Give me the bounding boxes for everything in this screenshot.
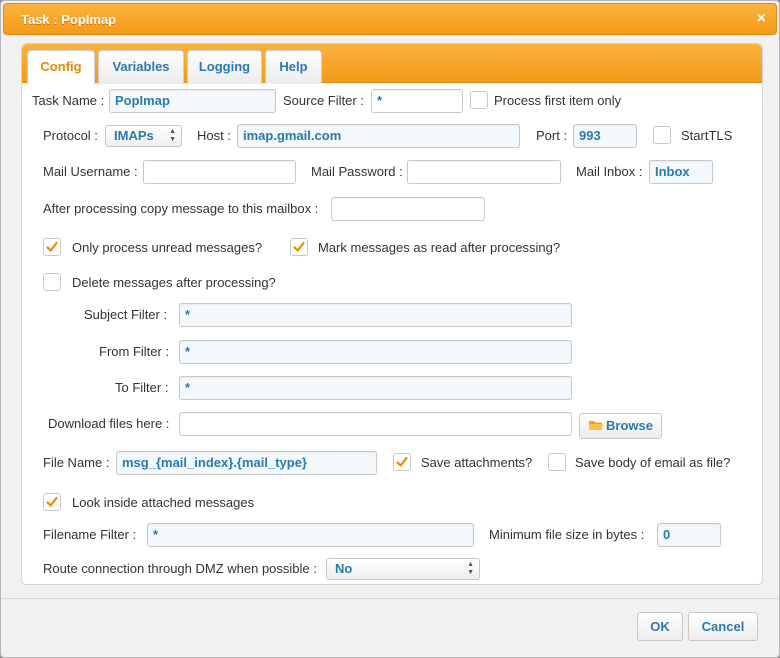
tab-config[interactable]: Config <box>27 50 95 85</box>
mail-inbox-label: Mail Inbox : <box>576 164 643 179</box>
protocol-select[interactable]: IMAPs ▲ ▼ <box>105 125 182 147</box>
to-filter-label: To Filter : <box>115 380 169 395</box>
source-filter-input[interactable]: * <box>371 89 463 113</box>
ok-button[interactable]: OK <box>637 612 683 641</box>
min-size-label: Minimum file size in bytes : <box>489 527 645 542</box>
folder-icon <box>589 421 604 430</box>
download-dir-label: Download files here : <box>48 416 170 431</box>
starttls-checkbox[interactable] <box>653 126 671 144</box>
port-label: Port : <box>536 128 568 143</box>
task-name-label: Task Name : <box>32 93 105 108</box>
mail-password-input[interactable] <box>407 160 561 184</box>
process-first-label: Process first item only <box>494 93 622 108</box>
host-input[interactable]: imap.gmail.com <box>237 124 520 148</box>
save-attachments-checkbox[interactable] <box>393 453 411 471</box>
look-inside-checkbox[interactable] <box>43 493 61 511</box>
select-arrows-icon: ▲ ▼ <box>467 561 474 576</box>
tab-logging[interactable]: Logging <box>187 50 262 84</box>
port-input[interactable]: 993 <box>573 124 637 148</box>
tab-help[interactable]: Help <box>265 50 322 84</box>
save-attachments-label: Save attachments? <box>421 455 533 470</box>
checkmark-icon <box>293 241 305 252</box>
task-name-input[interactable]: PopImap <box>109 89 276 113</box>
starttls-label: StartTLS <box>681 128 733 143</box>
source-filter-label: Source Filter : <box>283 93 364 108</box>
footer-divider <box>1 598 779 599</box>
look-inside-label: Look inside attached messages <box>72 495 255 510</box>
browse-button[interactable]: Browse <box>579 413 662 439</box>
select-arrows-icon: ▲ ▼ <box>169 128 176 143</box>
save-body-label: Save body of email as file? <box>575 455 731 470</box>
save-body-checkbox[interactable] <box>548 453 566 471</box>
file-name-label: File Name : <box>43 455 110 470</box>
file-name-input[interactable]: msg_{mail_index}.{mail_type} <box>116 451 377 475</box>
delete-after-checkbox[interactable] <box>43 273 61 291</box>
protocol-value: IMAPs <box>114 128 154 143</box>
mail-username-label: Mail Username : <box>43 164 138 179</box>
checkmark-icon <box>46 496 58 507</box>
mail-username-input[interactable] <box>143 160 296 184</box>
filename-filter-label: Filename Filter : <box>43 527 137 542</box>
checkmark-icon <box>46 241 58 252</box>
browse-label: Browse <box>606 418 653 433</box>
mark-read-label: Mark messages as read after processing? <box>318 240 561 255</box>
tab-variables[interactable]: Variables <box>98 50 184 84</box>
tab-bar: Config Variables Logging Help <box>22 44 762 85</box>
only-unread-label: Only process unread messages? <box>72 240 263 255</box>
dmz-label: Route connection through DMZ when possib… <box>43 561 317 576</box>
download-dir-input[interactable] <box>179 412 572 436</box>
from-filter-label: From Filter : <box>99 344 170 359</box>
from-filter-input[interactable]: * <box>179 340 572 364</box>
dmz-value: No <box>335 561 353 576</box>
only-unread-checkbox[interactable] <box>43 238 61 256</box>
mark-read-checkbox[interactable] <box>290 238 308 256</box>
copy-mailbox-input[interactable] <box>331 197 485 221</box>
mail-password-label: Mail Password : <box>311 164 403 179</box>
min-size-input[interactable]: 0 <box>657 523 721 547</box>
task-dialog: Task : PopImap × Config Variables Loggin… <box>0 0 780 658</box>
mail-inbox-input[interactable]: Inbox <box>649 160 713 184</box>
process-first-checkbox[interactable] <box>470 91 488 109</box>
close-icon[interactable]: × <box>757 10 766 28</box>
dmz-select[interactable]: No ▲ ▼ <box>326 558 480 580</box>
subject-filter-input[interactable]: * <box>179 303 572 327</box>
checkmark-icon <box>396 456 408 467</box>
dialog-titlebar[interactable]: Task : PopImap × <box>3 3 777 35</box>
dialog-title: Task : PopImap <box>21 12 117 27</box>
to-filter-input[interactable]: * <box>179 376 572 400</box>
filename-filter-input[interactable]: * <box>147 523 474 547</box>
host-label: Host : <box>197 128 231 143</box>
cancel-button[interactable]: Cancel <box>688 612 758 641</box>
delete-after-label: Delete messages after processing? <box>72 275 276 290</box>
protocol-label: Protocol : <box>43 128 98 143</box>
copy-mailbox-label: After processing copy message to this ma… <box>43 201 319 216</box>
subject-filter-label: Subject Filter : <box>84 307 168 322</box>
